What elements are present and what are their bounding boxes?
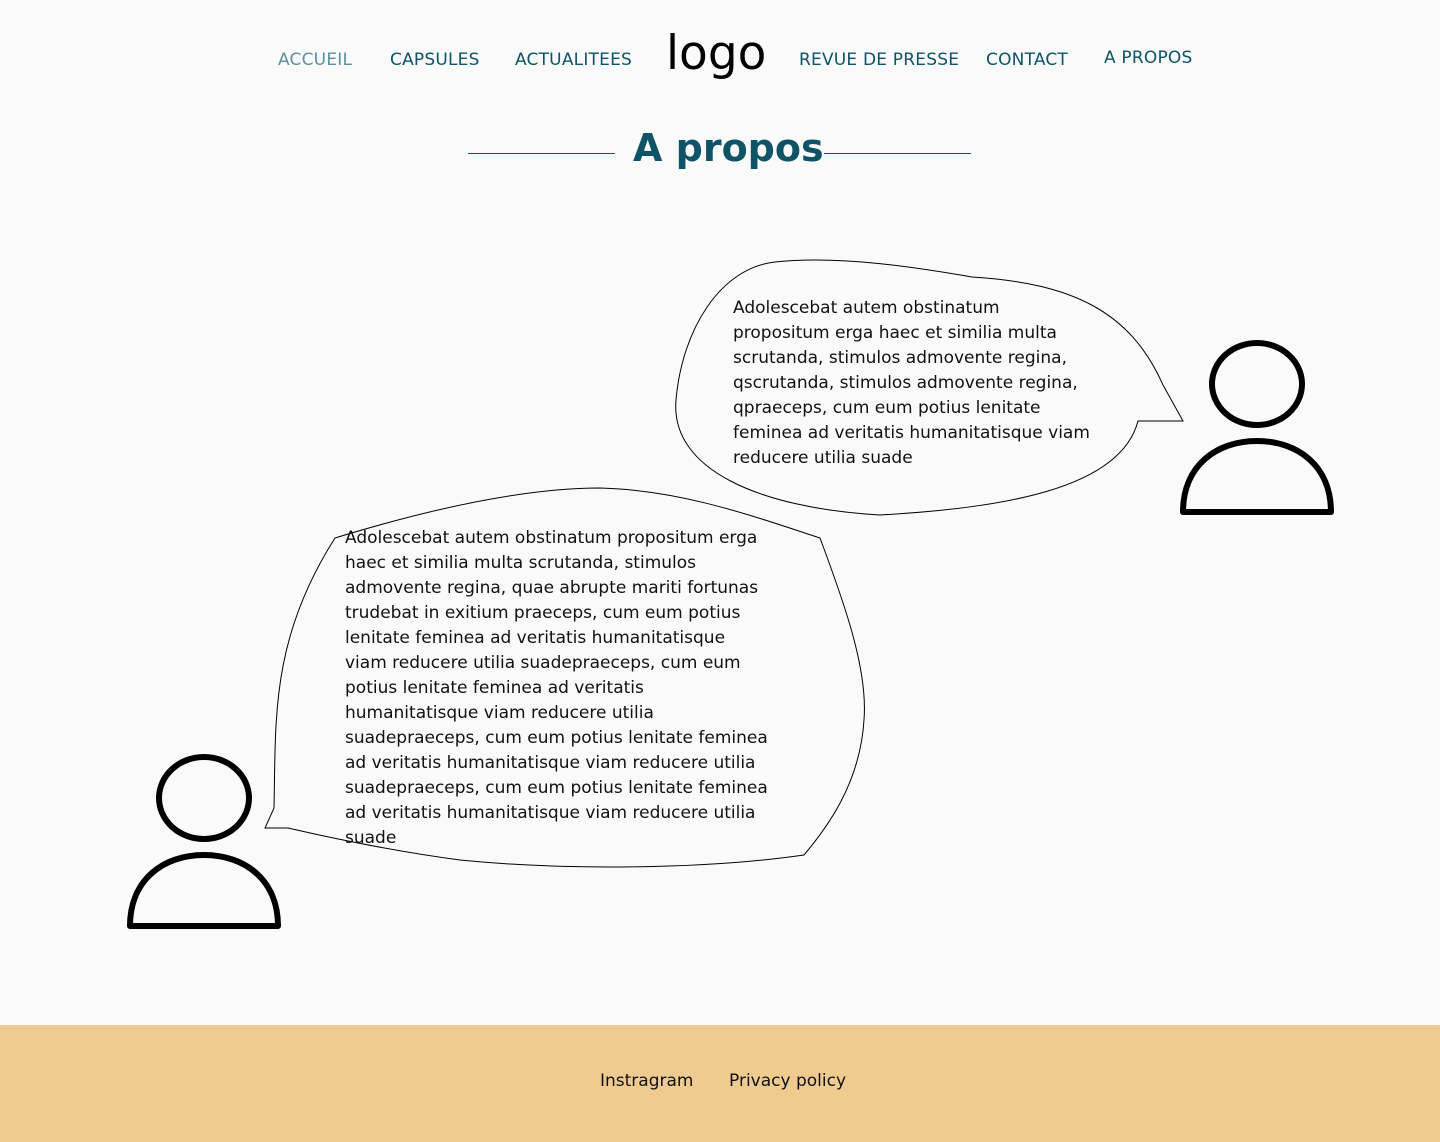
speech-bubble-2-text: Adolescebat autem obstinatum propositum …: [345, 528, 768, 848]
footer-link-privacy-policy[interactable]: Privacy policy: [729, 1071, 846, 1091]
footer-link-instagram[interactable]: Instragram: [600, 1071, 693, 1091]
speech-bubble-1-text: Adolescebat autem obstinatum propositum …: [733, 298, 1090, 468]
user-avatar-icon-right: [1180, 340, 1334, 515]
footer: Instragram Privacy policy: [0, 1025, 1440, 1142]
user-avatar-icon-left: [127, 754, 281, 929]
